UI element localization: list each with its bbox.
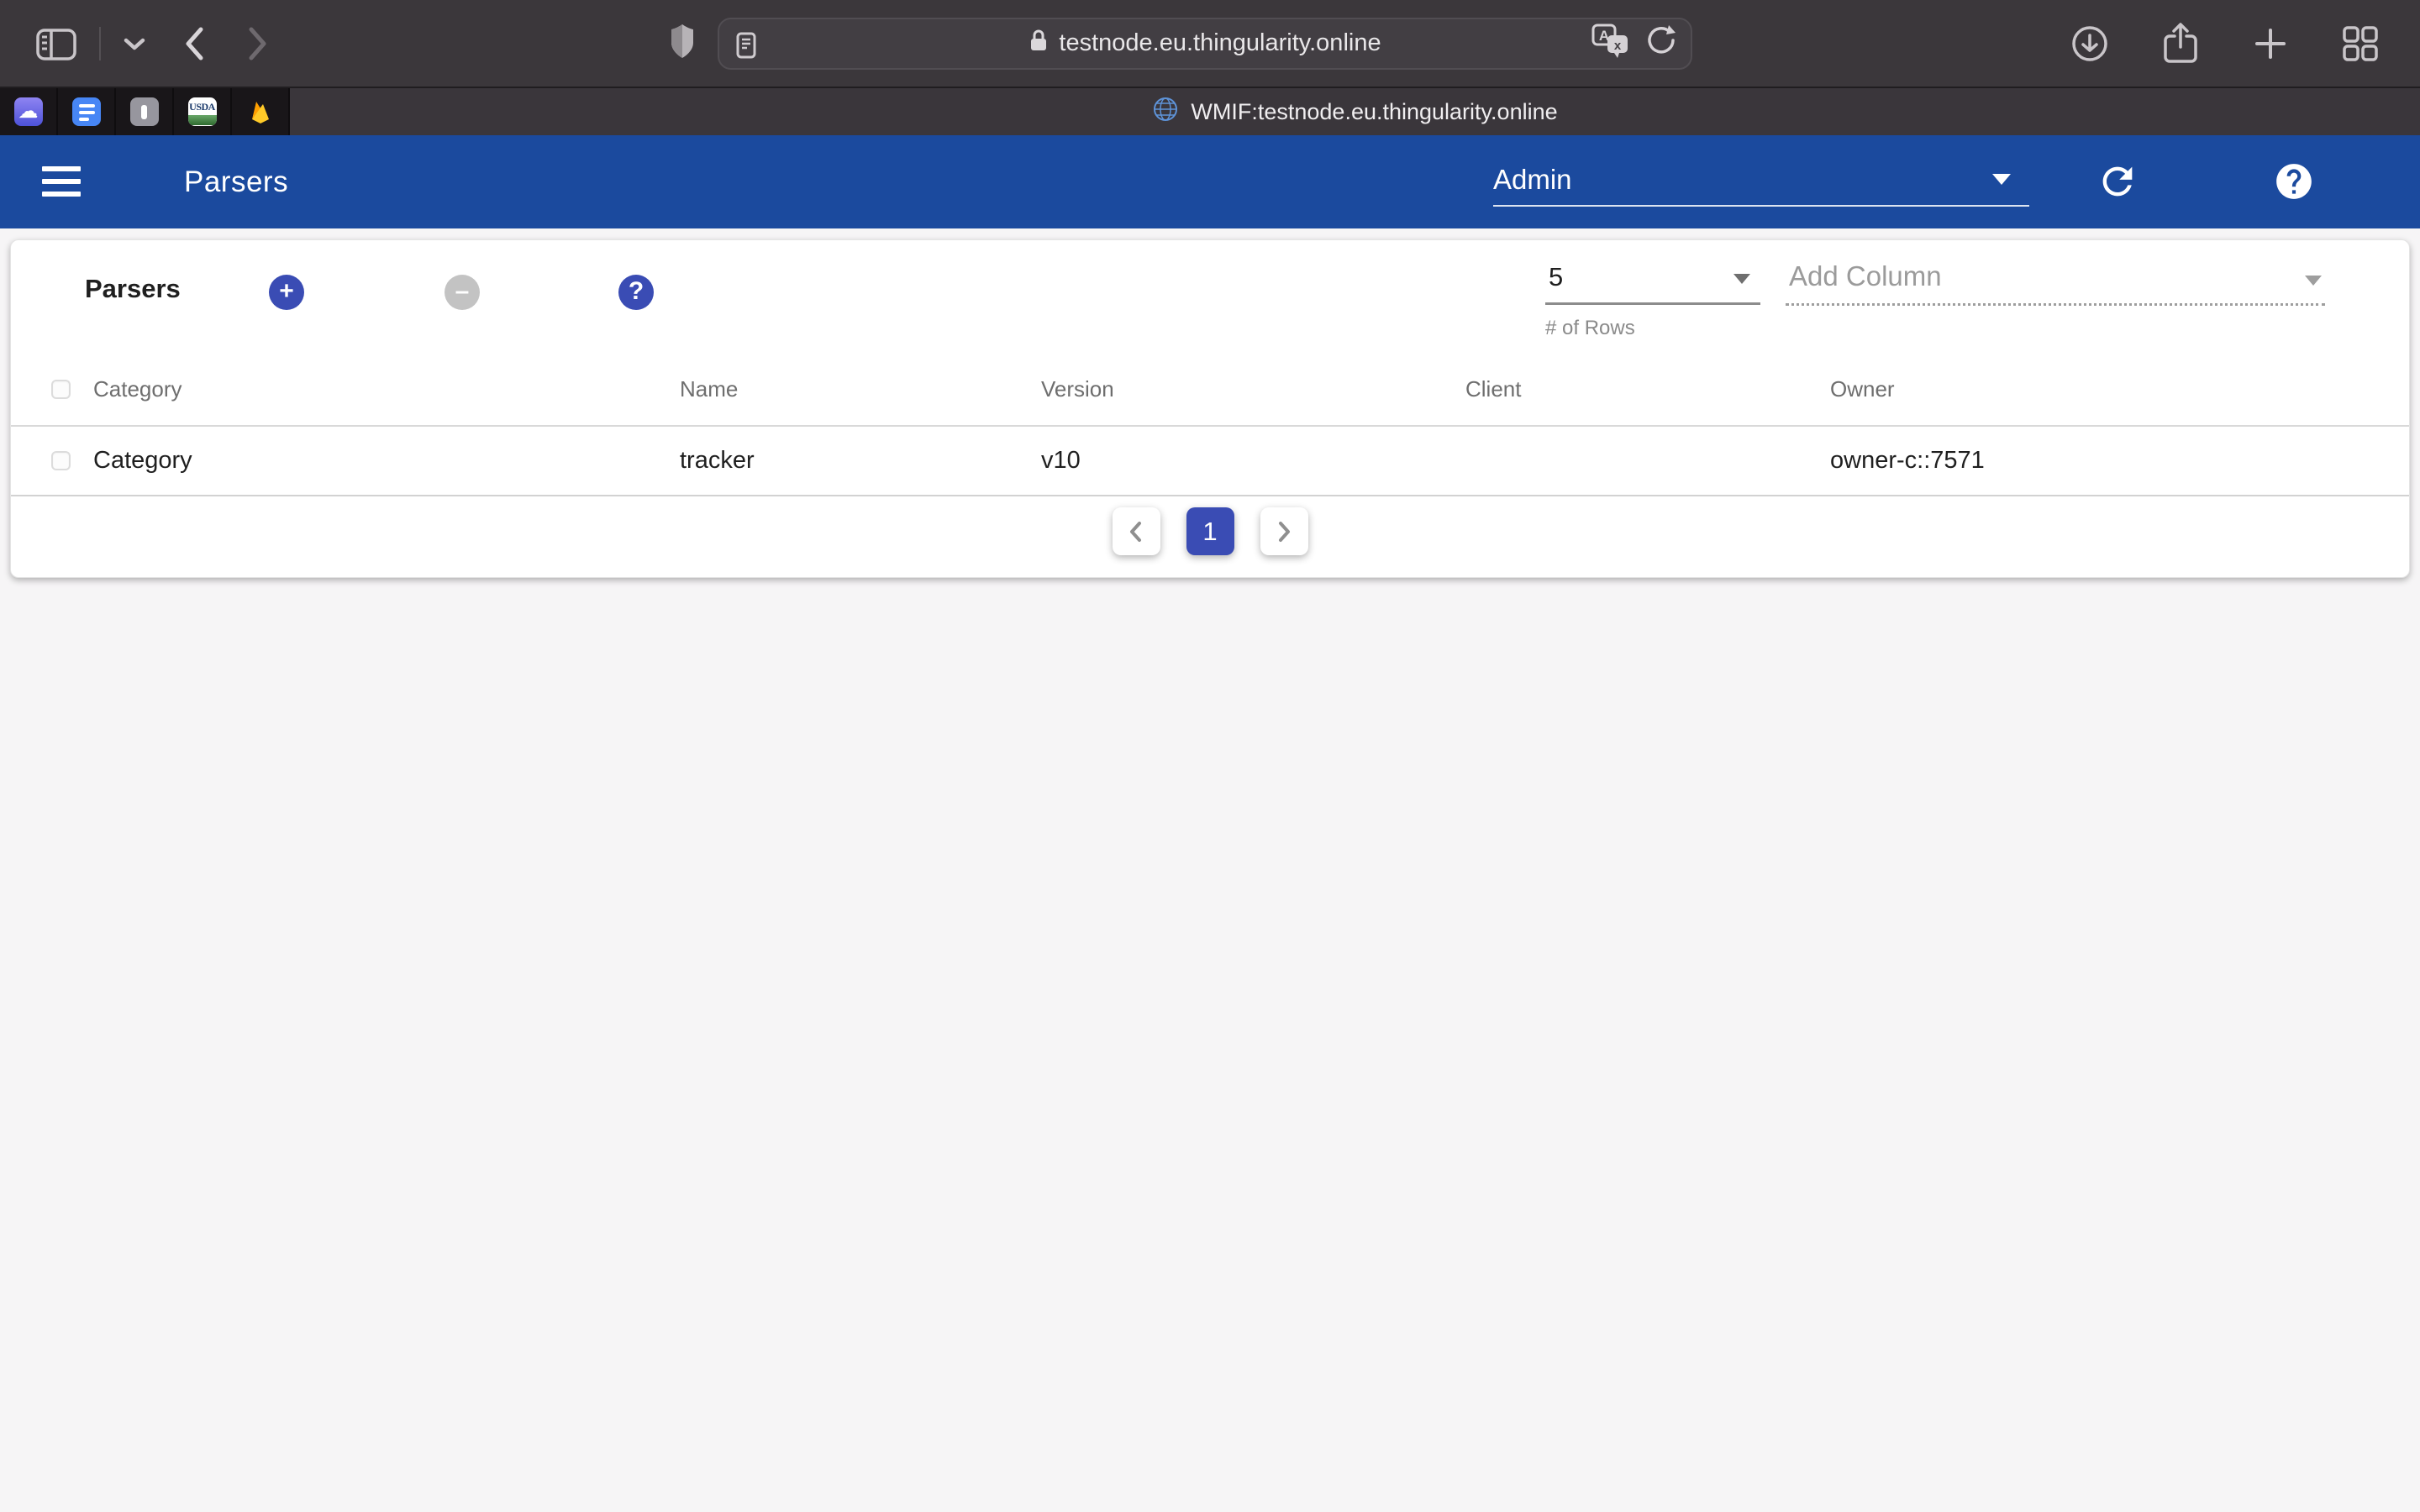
table-row[interactable]: Category tracker v10 owner-c::7571 xyxy=(11,427,2409,496)
rows-per-page-value: 5 xyxy=(1549,262,1563,292)
address-bar[interactable]: testnode.eu.thingularity.online Ax xyxy=(718,18,1692,70)
panel-heading: Parsers xyxy=(85,274,181,304)
table-header-row: Category Name Version Client Owner xyxy=(11,354,2409,427)
add-parser-button[interactable]: + xyxy=(269,275,304,310)
sidebar-chevron-down-icon[interactable] xyxy=(123,36,146,51)
back-icon[interactable] xyxy=(183,26,205,61)
panel-help-button[interactable]: ? xyxy=(618,275,654,310)
column-header-category: Category xyxy=(93,376,680,402)
active-tab[interactable]: WMIF:testnode.eu.thingularity.online xyxy=(290,88,2420,135)
toolbar-divider xyxy=(99,27,101,60)
panel-toolbar: Parsers + – ? 5 # of Rows Add Column xyxy=(11,240,2409,354)
pinned-tab-usda[interactable]: USDA xyxy=(174,88,232,135)
previous-page-button[interactable] xyxy=(1113,507,1160,555)
page-number-button[interactable]: 1 xyxy=(1186,507,1234,555)
admin-select-value: Admin xyxy=(1493,164,1572,196)
rows-per-page-select[interactable]: 5 # of Rows xyxy=(1545,240,1760,354)
pinned-tab-info[interactable] xyxy=(116,88,174,135)
cell-version: v10 xyxy=(1041,447,1465,475)
browser-toolbar: testnode.eu.thingularity.online Ax xyxy=(0,0,2420,87)
sidebar-toggle-icon[interactable] xyxy=(35,25,77,62)
tab-overview-icon[interactable] xyxy=(2341,24,2380,63)
new-tab-icon[interactable] xyxy=(2252,25,2289,62)
help-icon[interactable] xyxy=(2273,160,2315,205)
select-underline xyxy=(1493,205,2029,207)
app-header: Parsers Admin xyxy=(0,135,2420,228)
page-background: Parsers + – ? 5 # of Rows Add Column xyxy=(0,228,2420,1512)
select-all-checkbox[interactable] xyxy=(51,380,71,399)
column-header-name: Name xyxy=(680,376,1041,402)
privacy-shield-icon[interactable] xyxy=(669,22,696,65)
page-reload-icon[interactable] xyxy=(1645,24,1677,62)
add-column-placeholder: Add Column xyxy=(1789,260,1942,292)
chevron-down-icon xyxy=(1733,274,1750,284)
cell-owner: owner-c::7571 xyxy=(1830,447,2409,475)
pinned-tab-icloud[interactable]: ☁ xyxy=(0,88,58,135)
rows-per-page-label: # of Rows xyxy=(1545,317,1635,340)
share-icon[interactable] xyxy=(2161,22,2200,66)
chevron-down-icon xyxy=(1992,174,2011,185)
refresh-icon[interactable] xyxy=(2096,160,2139,206)
admin-select[interactable]: Admin xyxy=(1493,135,2029,228)
next-page-button[interactable] xyxy=(1260,507,1308,555)
row-checkbox[interactable] xyxy=(51,451,71,470)
pinned-tab-firebase[interactable] xyxy=(232,88,290,135)
column-header-owner: Owner xyxy=(1830,376,2409,402)
icloud-favicon-icon: ☁ xyxy=(14,97,43,126)
tab-title: WMIF:testnode.eu.thingularity.online xyxy=(1191,99,1557,125)
downloads-icon[interactable] xyxy=(2070,24,2109,63)
svg-text:x: x xyxy=(1614,39,1622,53)
menu-icon[interactable] xyxy=(42,164,81,199)
usda-favicon-icon: USDA xyxy=(188,97,217,126)
lock-icon xyxy=(1028,28,1049,60)
pinned-tab-docs[interactable] xyxy=(58,88,116,135)
globe-favicon-icon xyxy=(1152,96,1179,129)
docs-favicon-icon xyxy=(72,97,101,126)
reader-icon[interactable] xyxy=(736,32,756,63)
safari-window: testnode.eu.thingularity.online Ax xyxy=(0,0,2420,1512)
forward-icon[interactable] xyxy=(247,26,269,61)
info-favicon-icon xyxy=(130,97,159,126)
chevron-down-icon xyxy=(2305,276,2322,286)
firebase-favicon-icon xyxy=(246,97,275,126)
url-text: testnode.eu.thingularity.online xyxy=(1059,29,1381,57)
column-header-client: Client xyxy=(1465,376,1830,402)
tab-bar: ☁ USDA WMIF:testnode.eu.thingularity.onl… xyxy=(0,87,2420,135)
page-title: Parsers xyxy=(184,135,288,228)
parsers-panel: Parsers + – ? 5 # of Rows Add Column xyxy=(10,239,2410,578)
cell-name: tracker xyxy=(680,447,1041,475)
add-column-select[interactable]: Add Column xyxy=(1786,240,2325,324)
translate-icon[interactable]: Ax xyxy=(1591,24,1630,63)
column-header-version: Version xyxy=(1041,376,1465,402)
select-underline xyxy=(1545,302,1760,305)
select-underline-dotted xyxy=(1786,303,2325,306)
pagination: 1 xyxy=(11,507,2409,555)
remove-parser-button[interactable]: – xyxy=(445,275,480,310)
cell-category: Category xyxy=(93,447,680,475)
